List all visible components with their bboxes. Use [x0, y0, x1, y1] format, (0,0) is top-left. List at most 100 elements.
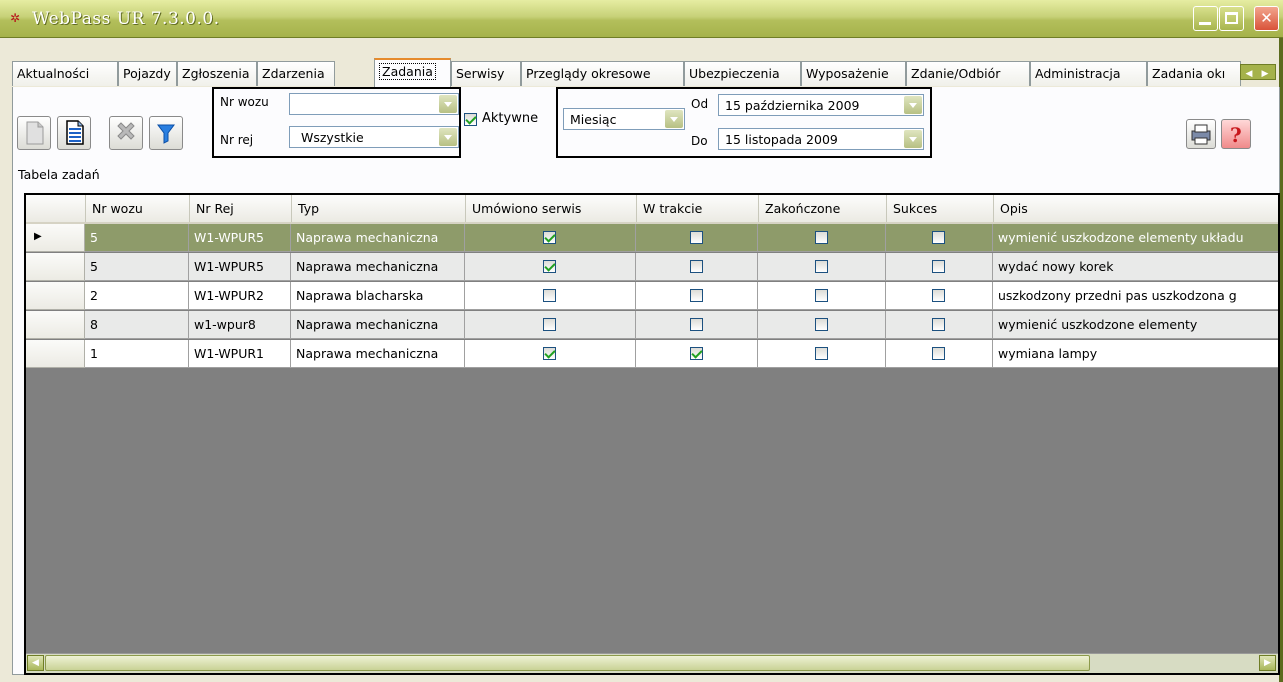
cell-nr-rej[interactable]: W1-WPUR2 [189, 282, 291, 310]
cell-nr-rej[interactable]: w1-wpur8 [189, 311, 291, 339]
cell-nr-wozu[interactable]: 5 [85, 253, 189, 281]
od-date-picker[interactable]: 15 października 2009 [718, 94, 924, 116]
table-row[interactable]: 5 W1-WPUR5 Naprawa mechaniczna wydać nowy k… [26, 253, 1278, 281]
aktywne-checkbox[interactable] [464, 113, 477, 126]
minimize-button[interactable] [1193, 6, 1218, 31]
scroll-left-icon[interactable]: ◀ [1241, 67, 1257, 81]
print-button[interactable] [1186, 119, 1216, 149]
horizontal-scrollbar[interactable]: ◀ ▶ [26, 653, 1278, 673]
column-header-w-trakcie[interactable]: W trakcie [636, 195, 758, 222]
zakonczone-checkbox[interactable] [814, 289, 828, 302]
cell-nr-wozu[interactable]: 5 [85, 224, 189, 252]
tab-aktualnosci[interactable]: Aktualności [12, 61, 118, 86]
tab-serwisy[interactable]: Serwisy [451, 61, 521, 86]
zakonczone-checkbox[interactable] [814, 231, 828, 244]
column-header-nr-rej[interactable]: Nr Rej [189, 195, 291, 222]
sukces-checkbox[interactable] [932, 347, 945, 360]
w-trakcie-checkbox[interactable] [689, 289, 703, 302]
sukces-checkbox[interactable] [932, 260, 945, 273]
row-header[interactable] [26, 340, 85, 368]
cell-nr-wozu[interactable]: 8 [85, 311, 189, 339]
cell-nr-rej[interactable]: W1-WPUR5 [189, 224, 291, 252]
edit-document-button[interactable] [57, 116, 91, 150]
cell-nr-rej[interactable]: W1-WPUR1 [189, 340, 291, 368]
row-header[interactable]: ▶ [26, 224, 85, 252]
tab-ubezpieczenia[interactable]: Ubezpieczenia [684, 61, 801, 86]
cell-typ[interactable]: Naprawa mechaniczna [291, 224, 465, 252]
column-header-zakonczone[interactable]: Zakończone [758, 195, 886, 222]
cell-typ[interactable]: Naprawa mechaniczna [291, 253, 465, 281]
table-row[interactable]: 8 w1-wpur8 Naprawa mechaniczna wymienić usz… [26, 311, 1278, 339]
w-trakcie-checkbox[interactable] [689, 318, 703, 331]
chevron-down-icon[interactable] [904, 96, 922, 114]
chevron-down-icon[interactable] [439, 95, 457, 113]
maximize-button[interactable] [1219, 6, 1244, 31]
umowiono-checkbox[interactable] [543, 318, 556, 331]
cell-opis[interactable]: uszkodzony przedni pas uszkodzona g [993, 282, 1278, 310]
sukces-checkbox[interactable] [932, 231, 945, 244]
row-header[interactable] [26, 282, 85, 310]
cell-nr-wozu[interactable]: 2 [85, 282, 189, 310]
row-header[interactable] [26, 311, 85, 339]
w-trakcie-checkbox[interactable] [689, 347, 703, 360]
nr-rej-select[interactable]: Wszystkie [289, 126, 459, 148]
column-header-sukces[interactable]: Sukces [886, 195, 993, 222]
scroll-left-button[interactable]: ◀ [27, 655, 44, 671]
umowiono-checkbox[interactable] [543, 347, 556, 360]
cell-sukces [886, 282, 993, 310]
tab-zdanie-odbior[interactable]: Zdanie/Odbiór [906, 61, 1030, 86]
cell-opis[interactable]: wymienić uszkodzone elementy układu [993, 224, 1278, 252]
tab-zdarzenia[interactable]: Zdarzenia [257, 61, 335, 86]
tab-pojazdy[interactable]: Pojazdy [118, 61, 177, 86]
delete-button[interactable] [109, 116, 143, 150]
column-header-opis[interactable]: Opis [993, 195, 1278, 222]
nr-wozu-select[interactable] [289, 93, 459, 115]
filter-button[interactable] [149, 116, 183, 150]
chevron-down-icon[interactable] [439, 128, 457, 146]
tab-przeglady-okresowe[interactable]: Przeglądy okresowe [521, 61, 684, 86]
close-button[interactable]: ✕ [1254, 6, 1279, 31]
cell-opis[interactable]: wymiana lampy [993, 340, 1278, 368]
cell-sukces [886, 253, 993, 281]
umowiono-checkbox[interactable] [543, 289, 556, 302]
scrollbar-thumb[interactable] [45, 655, 1090, 671]
sukces-checkbox[interactable] [932, 318, 945, 331]
cell-nr-wozu[interactable]: 1 [85, 340, 189, 368]
tab-wyposazenie[interactable]: Wyposażenie [801, 61, 906, 86]
scroll-right-icon[interactable]: ▶ [1257, 67, 1273, 81]
column-header-nr-wozu[interactable]: Nr wozu [85, 195, 189, 222]
table-row[interactable]: 1 W1-WPUR1 Naprawa mechaniczna wymiana lamp… [26, 340, 1278, 368]
tab-zgloszenia[interactable]: Zgłoszenia [177, 61, 257, 86]
column-header-typ[interactable]: Typ [291, 195, 465, 222]
tab-administracja[interactable]: Administracja [1030, 61, 1147, 86]
w-trakcie-checkbox[interactable] [689, 260, 703, 273]
table-row[interactable]: ▶ 5 W1-WPUR5 Naprawa mechaniczna wymienić us… [26, 224, 1278, 252]
tab-zadania[interactable]: Zadania [374, 58, 451, 87]
chevron-down-icon[interactable] [904, 130, 922, 148]
scroll-right-button[interactable]: ▶ [1259, 655, 1276, 671]
cell-typ[interactable]: Naprawa blacharska [291, 282, 465, 310]
umowiono-checkbox[interactable] [543, 260, 556, 273]
column-header-umowiono-serwis[interactable]: Umówiono serwis [465, 195, 636, 222]
zakonczone-checkbox[interactable] [814, 260, 828, 273]
cell-opis[interactable]: wymienić uszkodzone elementy [993, 311, 1278, 339]
cell-typ[interactable]: Naprawa mechaniczna [291, 340, 465, 368]
period-select[interactable]: Miesiąc [563, 108, 685, 130]
title-bar[interactable]: ✲ WebPass UR 7.3.0.0. ✕ [0, 0, 1283, 38]
table-row[interactable]: 2 W1-WPUR2 Naprawa blacharska uszkodzony pr… [26, 282, 1278, 310]
new-document-button[interactable] [17, 116, 51, 150]
zakonczone-checkbox[interactable] [814, 347, 828, 360]
do-date-picker[interactable]: 15 listopada 2009 [718, 128, 924, 150]
umowiono-checkbox[interactable] [543, 231, 556, 244]
zakonczone-checkbox[interactable] [814, 318, 828, 331]
chevron-down-icon[interactable] [665, 110, 683, 128]
cell-nr-rej[interactable]: W1-WPUR5 [189, 253, 291, 281]
sukces-checkbox[interactable] [932, 289, 945, 302]
tab-zadania-okresowe[interactable]: Zadania okı [1147, 61, 1241, 86]
help-button[interactable]: ? [1221, 119, 1251, 149]
w-trakcie-checkbox[interactable] [689, 231, 703, 244]
cell-typ[interactable]: Naprawa mechaniczna [291, 311, 465, 339]
cell-opis[interactable]: wydać nowy korek [993, 253, 1278, 281]
row-header[interactable] [26, 253, 85, 281]
tab-scroll-buttons[interactable]: ◀ ▶ [1240, 64, 1276, 80]
